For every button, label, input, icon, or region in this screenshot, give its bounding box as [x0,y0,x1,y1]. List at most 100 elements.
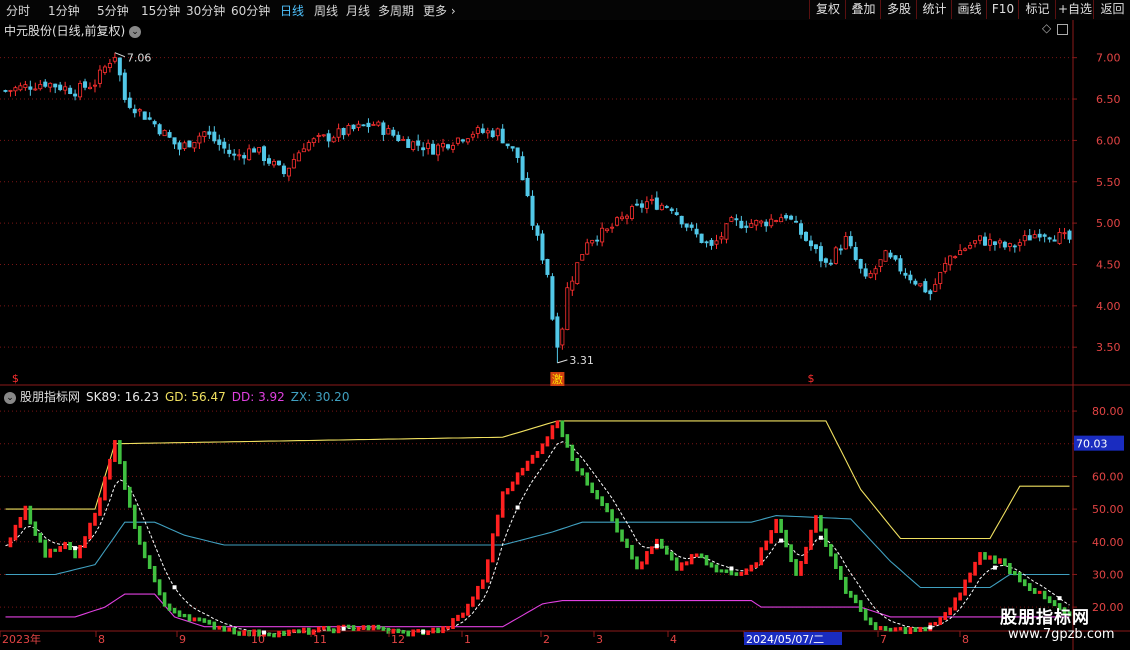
ind-ytick-label-2: 60.00 [1092,470,1124,483]
candle-body [92,84,97,87]
candle-body [744,225,749,228]
sk89-mark [570,444,575,461]
candle-body [560,328,565,346]
candle-body [1022,235,1027,242]
candle-body [495,128,500,137]
candle-body [276,160,281,166]
candle-body [714,240,719,245]
candle-body [247,148,252,161]
sk89-mark [446,625,450,630]
sk89-mark [903,626,908,635]
watermark-url: www.7gpzb.com [1008,627,1115,642]
sk89-mark [694,553,699,558]
candle-body [480,128,485,133]
sk89-mark [610,509,614,522]
candle-body [918,283,923,287]
sk89-mark [456,614,460,622]
candle-body [436,144,441,156]
sk89-mark [605,503,609,513]
candle-body [78,83,83,98]
sk89-mark [744,568,749,575]
candle-body [252,148,257,153]
sk89-mark [217,625,222,630]
sk89-mark [58,546,62,552]
chart-canvas[interactable]: 7.00 6.50 6.00 5.50 5.00 4.50 4.00 3.50 7.06 3.31… [0,0,1130,650]
candle-body [1057,232,1062,244]
sk89-mark [113,440,117,462]
sk89-mark [858,600,863,612]
candle-body [843,236,848,250]
candle-body [973,240,978,244]
sk89-node-3 [341,626,346,631]
candle-body [455,137,460,144]
price-ytick-label-7: 3.50 [1096,341,1121,354]
sk89-mark [645,551,649,565]
sk89-mark [739,571,744,576]
sk89-mark [490,533,495,563]
sk89-mark [53,548,58,552]
candles [3,52,1072,363]
sk89-mark [63,541,67,550]
sk89-mark [331,628,336,634]
price-ytick-label-3: 5.50 [1096,176,1121,189]
candle-body [142,111,147,120]
candle-body [1012,245,1017,248]
candle-body [530,195,535,226]
candle-body [321,134,326,137]
sk89-mark [297,629,301,634]
sk89-mark [485,559,490,583]
candle-body [391,129,396,136]
sk89-mark [292,629,296,633]
low-label: 3.31 [569,354,594,367]
candle-body [908,274,913,281]
sk89-mark [650,546,654,555]
candle-body [699,233,704,243]
sk89-mark [177,610,182,617]
sk89-mark [625,538,629,548]
sk89-mark [883,626,888,631]
candle-body [490,130,495,138]
xaxis-label-2: 9 [179,633,186,646]
sk89-mark [719,569,724,573]
sk89-mark [868,617,873,626]
sk89-mark [863,608,868,621]
sk89-mark [769,530,773,544]
sk89-mark [222,625,227,632]
sk89-mark [580,468,585,476]
sk89-mark [346,624,351,629]
sk89-mark [814,515,818,533]
candle-body [167,132,172,138]
candle-body [963,248,968,251]
candle-body [182,142,187,149]
candle-body [1047,237,1052,240]
sk89-mark [535,451,540,458]
sk89-mark [888,627,893,632]
candle-body [296,152,301,162]
watermark-title: 股朋指标网 [1000,608,1090,628]
sk89-mark [232,627,237,635]
sk89-mark [416,629,420,633]
candle-body [883,250,888,262]
sk89-mark [853,594,858,604]
sk89-mark [978,552,982,565]
candle-body [570,280,575,291]
xaxis-label-5: 12 [391,633,405,646]
candle-body [545,258,550,275]
ind-ytick-label-4: 40.00 [1092,536,1124,549]
candle-body [878,259,883,267]
price-ytick-label-5: 4.50 [1096,258,1121,271]
sk89-node-11 [992,565,997,570]
sk89-mark [212,621,217,630]
event-marker-1: $ [807,372,814,385]
sk89-mark [471,596,475,607]
sk89-mark [406,630,411,637]
sk89-mark [336,625,341,634]
current-value-text: 70.03 [1076,438,1108,451]
sk89-mark [848,590,853,598]
ind-ytick-label-3: 50.00 [1092,503,1124,516]
sk89-mark [873,622,878,631]
sk89-mark [779,518,783,533]
sk89-mark [28,505,33,525]
candle-body [913,280,918,285]
candle-body [664,206,669,208]
